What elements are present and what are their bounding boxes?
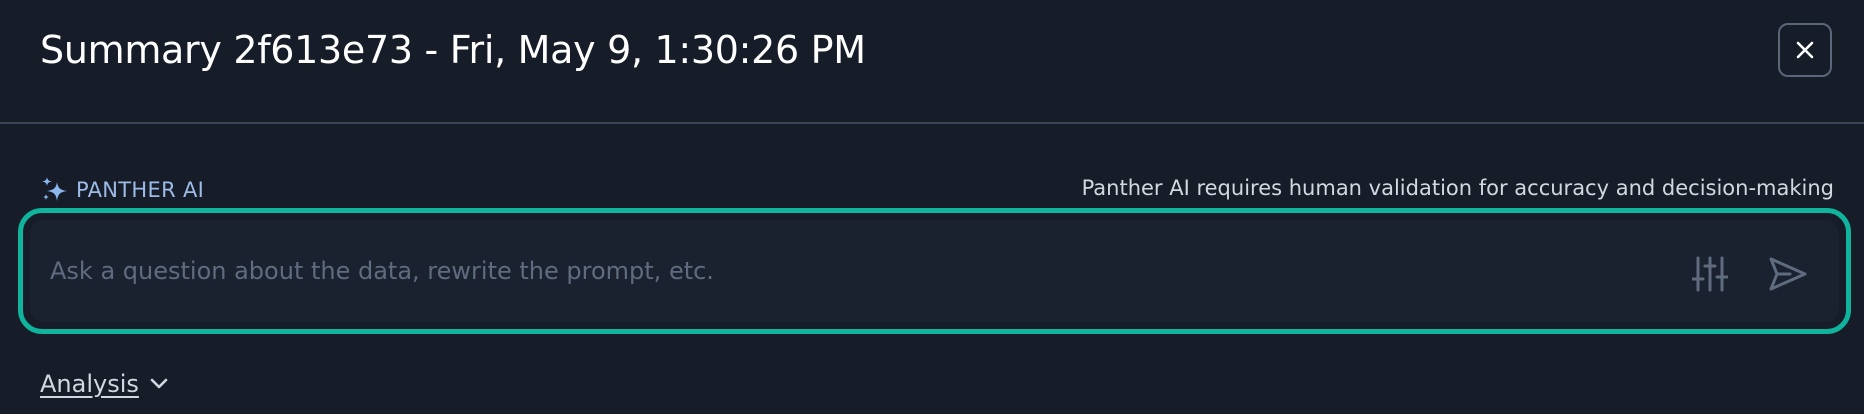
send-button[interactable]	[1766, 252, 1810, 296]
prompt-box-inner	[30, 220, 1839, 322]
summary-panel: Summary 2f613e73 - Fri, May 9, 1:30:26 P…	[0, 0, 1864, 414]
ai-info-row: PANTHER AI Panther AI requires human val…	[40, 174, 1834, 208]
analysis-label: Analysis	[40, 370, 139, 398]
chevron-down-icon	[150, 378, 168, 389]
send-icon	[1769, 257, 1807, 291]
close-icon	[1796, 41, 1814, 59]
panel-header: Summary 2f613e73 - Fri, May 9, 1:30:26 P…	[0, 0, 1864, 124]
ai-label: PANTHER AI	[40, 176, 204, 204]
prompt-settings-button[interactable]	[1690, 254, 1730, 294]
page-title: Summary 2f613e73 - Fri, May 9, 1:30:26 P…	[40, 28, 866, 72]
close-button[interactable]	[1778, 23, 1832, 77]
analysis-toggle[interactable]: Analysis	[40, 370, 169, 398]
ai-label-text: PANTHER AI	[76, 178, 205, 202]
sliders-icon	[1692, 256, 1728, 292]
prompt-input[interactable]	[50, 220, 1650, 322]
sparkles-icon	[42, 177, 67, 201]
ai-disclaimer: Panther AI requires human validation for…	[1081, 176, 1834, 200]
prompt-box	[18, 208, 1851, 334]
